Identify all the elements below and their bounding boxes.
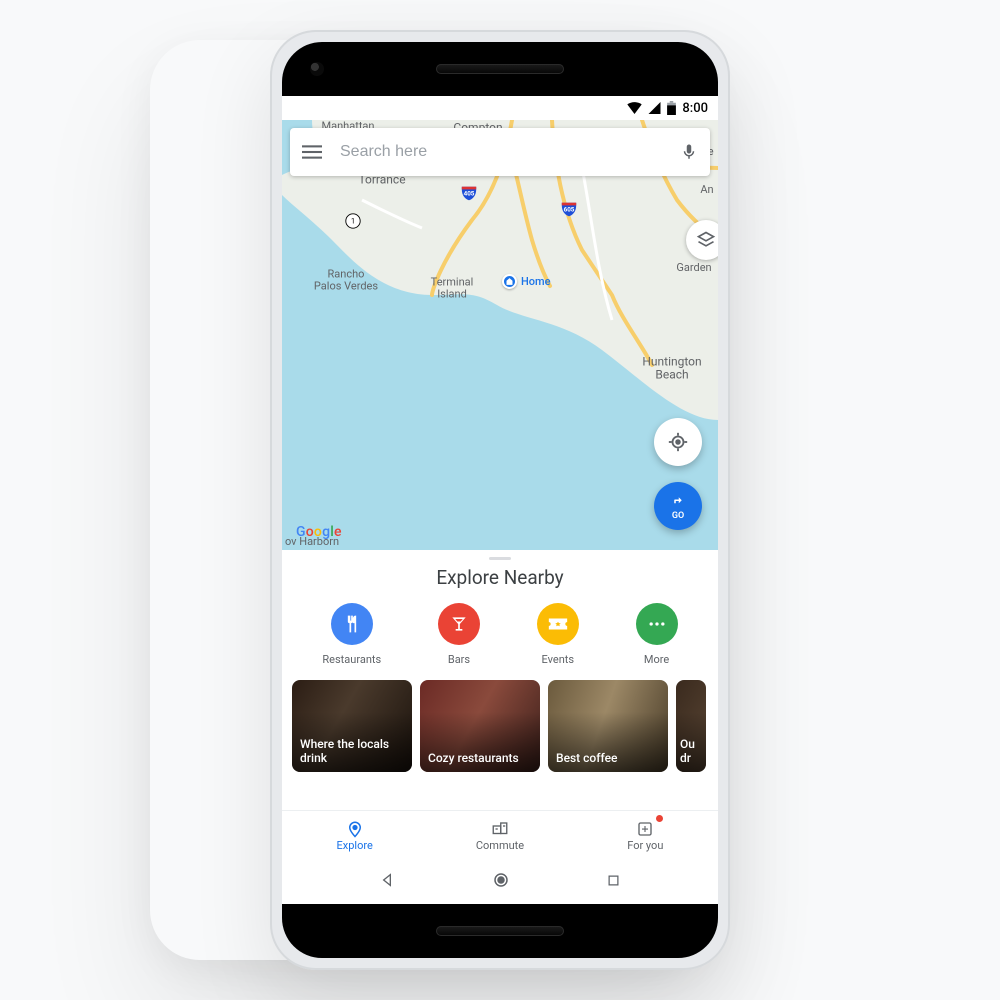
card-more[interactable]: Ou dr: [676, 680, 706, 772]
ticket-icon: [537, 603, 579, 645]
search-bar[interactable]: [290, 128, 710, 176]
phone-bottom-bezel: [282, 904, 718, 958]
sheet-drag-handle[interactable]: [489, 557, 511, 560]
tab-for-you[interactable]: For you: [573, 811, 718, 860]
cell-signal-icon: [648, 102, 661, 114]
more-horizontal-icon: [636, 603, 678, 645]
home-pin-icon: [502, 274, 517, 289]
category-row: Restaurants Bars Events More: [282, 589, 718, 674]
search-input[interactable]: [338, 142, 664, 162]
map-label: HuntingtonBeach: [642, 355, 701, 380]
category-events[interactable]: Events: [537, 603, 579, 666]
bottom-nav: Explore Commute For you: [282, 810, 718, 860]
svg-text:605: 605: [564, 206, 575, 214]
category-restaurants[interactable]: Restaurants: [322, 603, 381, 666]
battery-icon: [667, 101, 676, 115]
status-bar: 8:00: [282, 96, 718, 120]
explore-sheet[interactable]: Explore Nearby Restaurants Bars Event: [282, 550, 718, 860]
layers-icon: [696, 230, 716, 250]
card-cozy-restaurants[interactable]: Cozy restaurants: [420, 680, 540, 772]
bottom-speaker: [436, 926, 564, 936]
card-locals-drink[interactable]: Where the locals drink: [292, 680, 412, 772]
map-canvas[interactable]: 405 605 5 91 1 ManhattanBeach Compton La…: [282, 120, 718, 550]
tab-commute[interactable]: Commute: [427, 811, 572, 860]
map-label: RanchoPalos Verdes: [314, 268, 378, 291]
wifi-icon: [627, 102, 642, 114]
earpiece-speaker: [436, 64, 564, 74]
my-location-button[interactable]: [654, 418, 702, 466]
screen: 8:00: [282, 96, 718, 904]
status-time: 8:00: [682, 101, 708, 116]
svg-text:405: 405: [464, 190, 475, 198]
phone-frame: 8:00: [270, 30, 730, 970]
explore-pin-icon: [346, 820, 364, 838]
crosshair-icon: [667, 431, 689, 453]
directions-go-button[interactable]: GO: [654, 482, 702, 530]
android-home-button[interactable]: [492, 871, 510, 893]
phone-top-bezel: [282, 42, 718, 96]
sparkle-card-icon: [636, 820, 654, 838]
tab-explore[interactable]: Explore: [282, 811, 427, 860]
recommendation-cards[interactable]: Where the locals drink Cozy restaurants …: [282, 674, 718, 772]
android-overview-button[interactable]: [606, 873, 621, 892]
sheet-title: Explore Nearby: [282, 566, 718, 589]
layers-button[interactable]: [686, 220, 718, 260]
home-marker[interactable]: Home: [502, 274, 551, 289]
android-back-button[interactable]: [379, 872, 395, 892]
directions-icon: [669, 492, 687, 510]
microphone-icon[interactable]: [680, 141, 698, 163]
menu-icon[interactable]: [302, 142, 322, 162]
svg-text:1: 1: [351, 217, 355, 226]
map-label: An: [700, 184, 713, 196]
android-nav-bar: [282, 860, 718, 904]
notification-badge: [656, 815, 663, 822]
map-label: TerminalIsland: [431, 276, 474, 299]
category-bars[interactable]: Bars: [438, 603, 480, 666]
front-camera: [310, 62, 324, 76]
map-label: Garden: [676, 262, 711, 274]
card-best-coffee[interactable]: Best coffee: [548, 680, 668, 772]
commute-icon: [490, 820, 510, 838]
google-attribution: Google: [296, 524, 342, 540]
fork-knife-icon: [331, 603, 373, 645]
cocktail-icon: [438, 603, 480, 645]
category-more[interactable]: More: [636, 603, 678, 666]
